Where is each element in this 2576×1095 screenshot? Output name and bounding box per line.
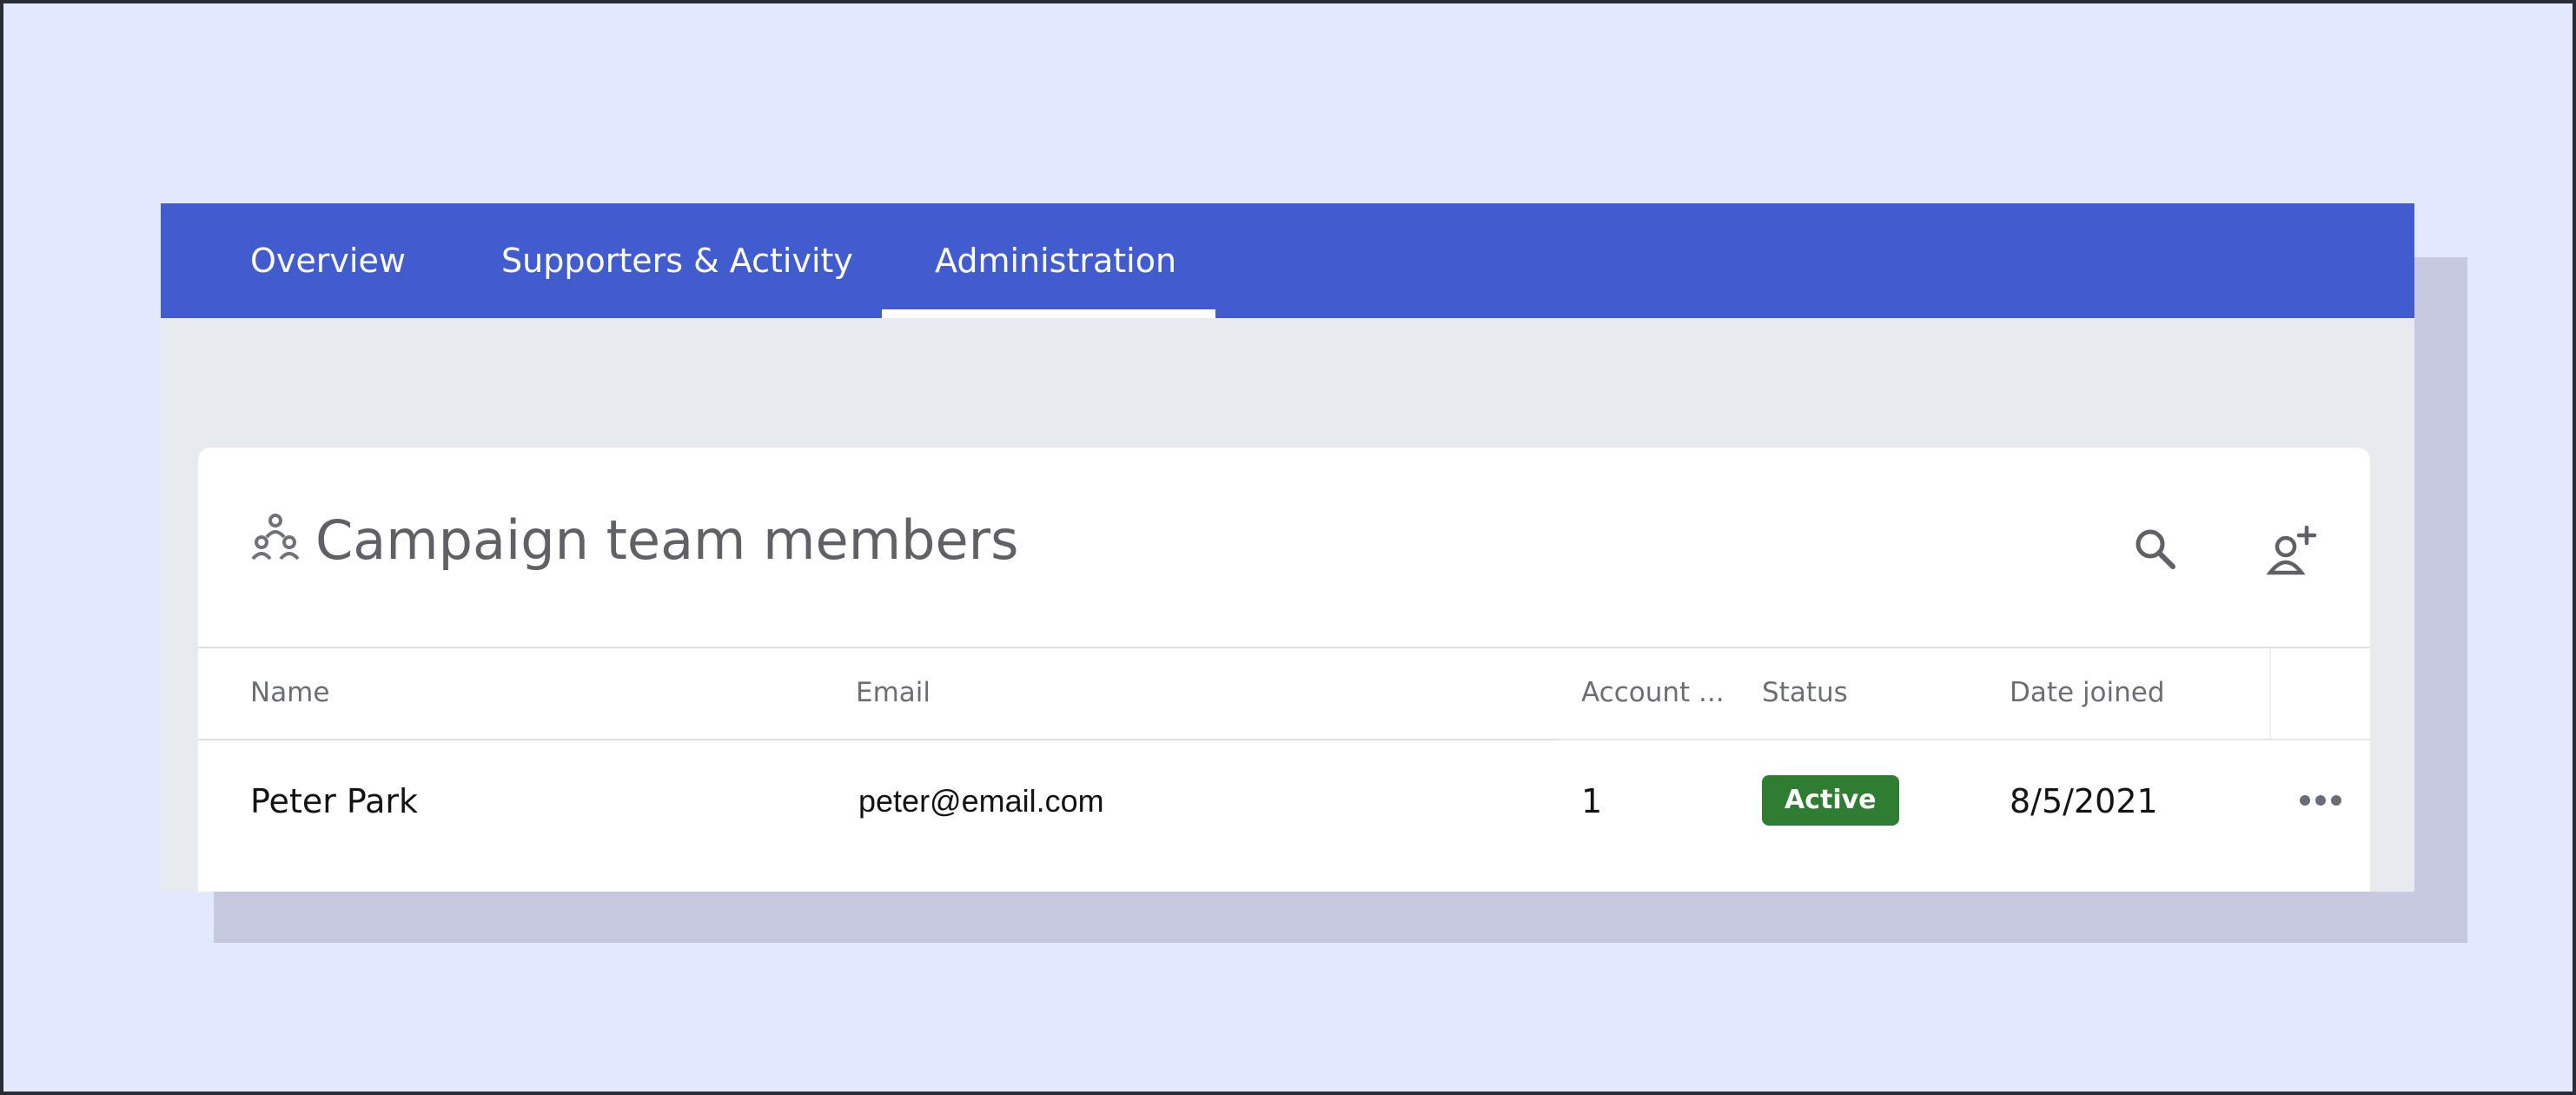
tab-bar: Overview Supporters & Activity Administr… [161,203,2414,318]
search-icon [2133,527,2178,575]
column-header-account[interactable]: Account ... [1581,647,1725,739]
team-icon [251,513,300,561]
column-header-status[interactable]: Status [1762,647,1848,739]
member-name: Peter Park [250,782,419,820]
table-row[interactable]: Peter Park peter@email.com 1 Active 8/5/… [198,740,2370,862]
card-title: Campaign team members [315,508,1019,572]
active-tab-indicator [882,309,1215,318]
card-header: Campaign team members [198,448,2370,647]
member-email: peter@email.com [858,783,1104,819]
tab-overview[interactable]: Overview [250,203,406,318]
column-header-name[interactable]: Name [250,647,329,739]
tab-administration[interactable]: Administration [935,203,1176,318]
more-horizontal-icon [2299,793,2342,810]
member-account-count: 1 [1581,782,1603,820]
app-window: Overview Supporters & Activity Administr… [161,203,2414,892]
column-header-email[interactable]: Email [856,647,930,739]
status-badge: Active [1762,775,1899,826]
member-date-joined: 8/5/2021 [2010,782,2158,820]
search-button[interactable] [2125,521,2186,581]
add-user-button[interactable] [2261,521,2322,581]
column-separator [2269,647,2271,739]
team-members-card: Campaign team members Name Email Account… [198,448,2370,892]
column-header-date-joined[interactable]: Date joined [2010,647,2165,739]
row-actions-button[interactable] [2290,775,2351,827]
tab-supporters-activity[interactable]: Supporters & Activity [501,203,853,318]
add-user-icon [2265,522,2319,580]
